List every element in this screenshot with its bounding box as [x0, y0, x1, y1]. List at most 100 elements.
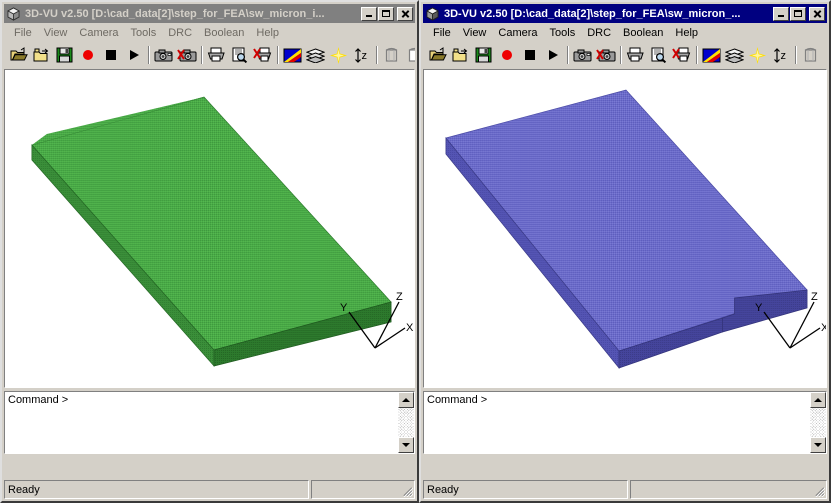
open-file-button[interactable]	[426, 44, 449, 66]
minimize-icon	[778, 15, 784, 17]
viewport-frame-left: Y Z X	[4, 69, 415, 388]
minimize-button[interactable]	[361, 6, 377, 21]
model-viewport-right[interactable]: Y Z X	[424, 70, 826, 387]
cube-icon	[425, 6, 440, 21]
titlebar-right[interactable]: 3D-VU v2.50 [D:\cad_data[2]\step_for_FEA…	[423, 4, 827, 23]
maximize-icon	[794, 10, 802, 17]
model-viewport-left[interactable]: Y Z X	[5, 70, 414, 387]
menu-file[interactable]: File	[8, 26, 38, 40]
light-star-button[interactable]	[327, 44, 350, 66]
layers-button[interactable]	[304, 44, 327, 66]
color-palette-button[interactable]	[700, 44, 723, 66]
new-folder-button[interactable]	[30, 44, 53, 66]
toolbar-separator	[198, 45, 205, 65]
layers-button[interactable]	[723, 44, 746, 66]
chevron-down-icon	[814, 443, 822, 447]
window-left[interactable]: 3D-VU v2.50 [D:\cad_data[2]\step_for_FEA…	[0, 0, 419, 503]
maximize-button[interactable]	[378, 6, 394, 21]
svg-text:Y: Y	[755, 302, 763, 314]
window-title-left: 3D-VU v2.50 [D:\cad_data[2]\step_for_FEA…	[25, 7, 325, 20]
menu-help[interactable]: Help	[669, 26, 704, 40]
menubar-left[interactable]: File View Camera Tools DRC Boolean Help	[4, 24, 415, 42]
menubar-right[interactable]: File View Camera Tools DRC Boolean Help	[423, 24, 827, 42]
camera-delete-button[interactable]	[175, 44, 198, 66]
scroll-up-button[interactable]	[810, 392, 826, 408]
bounding-box-button[interactable]	[799, 44, 822, 66]
camera-icon-button[interactable]	[571, 44, 594, 66]
print-preview-button[interactable]	[228, 44, 251, 66]
close-button[interactable]	[397, 6, 413, 21]
scroll-up-button[interactable]	[398, 392, 414, 408]
minimize-icon	[366, 15, 372, 17]
stop-button[interactable]	[99, 44, 122, 66]
toolbar-separator	[564, 45, 571, 65]
command-pane-left[interactable]: Command >	[4, 391, 415, 454]
save-button[interactable]	[53, 44, 76, 66]
menu-view[interactable]: View	[457, 26, 493, 40]
play-button[interactable]	[541, 44, 564, 66]
print-button[interactable]	[624, 44, 647, 66]
resize-grip-icon[interactable]	[400, 484, 413, 497]
svg-text:Y: Y	[340, 302, 348, 314]
titlebar-left[interactable]: 3D-VU v2.50 [D:\cad_data[2]\step_for_FEA…	[4, 4, 415, 23]
command-scrollbar-right[interactable]	[810, 392, 826, 453]
maximize-button[interactable]	[790, 6, 806, 21]
scroll-down-button[interactable]	[810, 437, 826, 453]
menu-drc[interactable]: DRC	[581, 26, 617, 40]
svg-text:Z: Z	[811, 291, 818, 303]
window-title-right: 3D-VU v2.50 [D:\cad_data[2]\step_for_FEA…	[444, 7, 741, 20]
menu-tools[interactable]: Tools	[125, 26, 163, 40]
menu-help[interactable]: Help	[250, 26, 285, 40]
bounding-box-button[interactable]	[380, 44, 403, 66]
record-button[interactable]	[76, 44, 99, 66]
menu-camera[interactable]: Camera	[73, 26, 124, 40]
menu-camera[interactable]: Camera	[492, 26, 543, 40]
command-prompt-right: Command >	[427, 394, 488, 406]
command-scrollbar-left[interactable]	[398, 392, 414, 453]
light-star-button[interactable]	[746, 44, 769, 66]
play-button[interactable]	[122, 44, 145, 66]
clipped-toolbar-button[interactable]	[403, 44, 415, 66]
toolbar-separator	[617, 45, 624, 65]
viewport-frame-right: Y Z X	[423, 69, 827, 388]
color-palette-button[interactable]	[281, 44, 304, 66]
menu-tools[interactable]: Tools	[544, 26, 582, 40]
menu-view[interactable]: View	[38, 26, 74, 40]
titlebar-buttons-right	[772, 6, 825, 21]
print-button[interactable]	[205, 44, 228, 66]
status-text-right: Ready	[423, 480, 628, 499]
open-file-button[interactable]	[7, 44, 30, 66]
stop-button[interactable]	[518, 44, 541, 66]
minimize-button[interactable]	[773, 6, 789, 21]
toolbar-left[interactable]: z	[4, 43, 415, 67]
scroll-down-button[interactable]	[398, 437, 414, 453]
toolbar-separator	[373, 45, 380, 65]
chevron-up-icon	[814, 398, 822, 402]
camera-icon-button[interactable]	[152, 44, 175, 66]
menu-boolean[interactable]: Boolean	[198, 26, 250, 40]
menu-drc[interactable]: DRC	[162, 26, 198, 40]
record-button[interactable]	[495, 44, 518, 66]
command-pane-right[interactable]: Command >	[423, 391, 827, 454]
camera-delete-button[interactable]	[594, 44, 617, 66]
print-preview-button[interactable]	[647, 44, 670, 66]
window-right[interactable]: 3D-VU v2.50 [D:\cad_data[2]\step_for_FEA…	[419, 0, 831, 503]
toolbar-separator	[145, 45, 152, 65]
statusbar-right: Ready	[423, 480, 827, 499]
z-extent-button[interactable]: z	[769, 44, 792, 66]
save-button[interactable]	[472, 44, 495, 66]
print-cancel-button[interactable]	[251, 44, 274, 66]
titlebar-buttons-left	[360, 6, 413, 21]
z-extent-button[interactable]: z	[350, 44, 373, 66]
menu-boolean[interactable]: Boolean	[617, 26, 669, 40]
toolbar-right[interactable]: z	[423, 43, 827, 67]
close-button[interactable]	[809, 6, 825, 21]
svg-text:Z: Z	[396, 291, 403, 303]
axis-indicator-left: Y Z X	[327, 288, 414, 358]
chevron-up-icon	[402, 398, 410, 402]
menu-file[interactable]: File	[427, 26, 457, 40]
print-cancel-button[interactable]	[670, 44, 693, 66]
resize-grip-icon[interactable]	[812, 484, 825, 497]
new-folder-button[interactable]	[449, 44, 472, 66]
statusbar-left: Ready	[4, 480, 415, 499]
